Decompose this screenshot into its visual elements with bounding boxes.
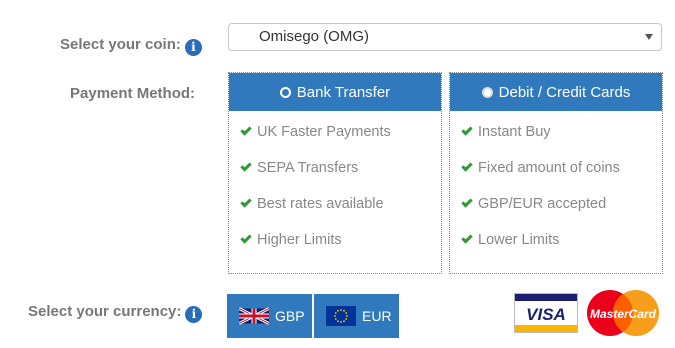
payment-option-cards[interactable]: Debit / Credit Cards Instant Buy Fixed a… bbox=[449, 72, 663, 274]
visa-wordmark: VISA bbox=[526, 305, 566, 324]
cards-header[interactable]: Debit / Credit Cards bbox=[450, 73, 662, 111]
feature-item: GBP/EUR accepted bbox=[461, 196, 606, 212]
feature-item: Best rates available bbox=[240, 196, 384, 212]
mastercard-logo: MasterCard bbox=[587, 290, 659, 336]
feature-item: Lower Limits bbox=[461, 232, 559, 248]
check-icon bbox=[461, 232, 473, 244]
currency-label-row: Select your currency: i bbox=[28, 303, 203, 323]
feature-item: Instant Buy bbox=[461, 124, 551, 140]
mastercard-wordmark: MasterCard bbox=[590, 307, 657, 321]
coin-select-value: Omisego (OMG) bbox=[259, 28, 370, 45]
check-icon bbox=[461, 160, 473, 172]
feature-item: Fixed amount of coins bbox=[461, 160, 620, 176]
coin-select[interactable]: Omisego (OMG) bbox=[228, 23, 662, 51]
payment-option-bank-transfer[interactable]: Bank Transfer UK Faster Payments SEPA Tr… bbox=[228, 72, 442, 274]
uk-flag-icon bbox=[239, 307, 269, 325]
currency-eur-button[interactable]: EUR bbox=[314, 294, 399, 338]
check-icon bbox=[240, 160, 252, 172]
currency-gbp-label: GBP bbox=[275, 308, 305, 324]
currency-gbp-button[interactable]: GBP bbox=[227, 294, 312, 338]
payment-method-label: Payment Method: bbox=[70, 85, 196, 102]
eu-flag-icon bbox=[326, 306, 356, 326]
bank-transfer-title: Bank Transfer bbox=[296, 83, 391, 101]
check-icon bbox=[461, 124, 473, 136]
radio-unselected-icon[interactable] bbox=[481, 86, 493, 98]
chevron-down-icon bbox=[645, 34, 653, 40]
coin-label: Select your coin: bbox=[60, 36, 181, 53]
check-icon bbox=[240, 124, 252, 136]
currency-eur-label: EUR bbox=[362, 308, 392, 324]
check-icon bbox=[240, 196, 252, 208]
feature-item: Higher Limits bbox=[240, 232, 342, 248]
visa-logo: VISA bbox=[514, 293, 578, 333]
cards-title: Debit / Credit Cards bbox=[498, 83, 631, 101]
check-icon bbox=[240, 232, 252, 244]
bank-transfer-header[interactable]: Bank Transfer bbox=[229, 73, 441, 111]
info-icon[interactable]: i bbox=[185, 306, 203, 323]
radio-selected-icon[interactable] bbox=[279, 86, 291, 98]
coin-label-row: Select your coin: i bbox=[60, 36, 202, 56]
feature-item: SEPA Transfers bbox=[240, 160, 358, 176]
currency-label: Select your currency: bbox=[28, 303, 182, 320]
info-icon[interactable]: i bbox=[184, 39, 202, 56]
check-icon bbox=[461, 196, 473, 208]
feature-item: UK Faster Payments bbox=[240, 124, 391, 140]
